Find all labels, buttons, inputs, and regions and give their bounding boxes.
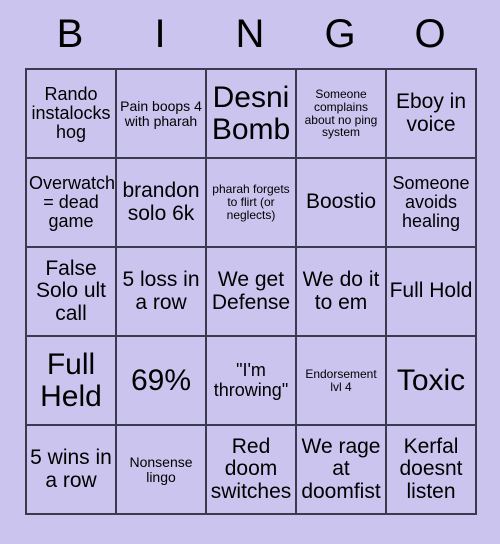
bingo-cell-i5[interactable]: Nonsense lingo: [115, 424, 207, 515]
bingo-cell-b4[interactable]: Full Held: [25, 335, 117, 426]
bingo-cell-g5[interactable]: We rage at doomfist: [295, 424, 387, 515]
bingo-header-letter-b: B: [56, 12, 84, 56]
bingo-row: 5 wins in a row Nonsense lingo Red doom …: [25, 424, 477, 515]
bingo-cell-i3[interactable]: 5 loss in a row: [115, 246, 207, 337]
bingo-grid: Rando instalocks hog Pain boops 4 with p…: [25, 68, 477, 515]
bingo-cell-b5[interactable]: 5 wins in a row: [25, 424, 117, 515]
bingo-cell-o1[interactable]: Eboy in voice: [385, 68, 477, 159]
bingo-cell-n4[interactable]: "I'm throwing": [205, 335, 297, 426]
bingo-cell-g2[interactable]: Boostio: [295, 157, 387, 248]
bingo-row: Overwatch = dead game brandon solo 6k ph…: [25, 157, 477, 248]
bingo-cell-b1[interactable]: Rando instalocks hog: [25, 68, 117, 159]
bingo-header-letter-i: I: [154, 12, 166, 56]
bingo-cell-o2[interactable]: Someone avoids healing: [385, 157, 477, 248]
bingo-cell-b2[interactable]: Overwatch = dead game: [25, 157, 117, 248]
bingo-header-letter-g: G: [324, 12, 356, 56]
bingo-cell-i1[interactable]: Pain boops 4 with pharah: [115, 68, 207, 159]
bingo-cell-o4[interactable]: Toxic: [385, 335, 477, 426]
bingo-cell-n1[interactable]: Desni Bomb: [205, 68, 297, 159]
bingo-card: B I N G O Rando instalocks hog Pain boop…: [0, 0, 500, 544]
bingo-cell-g4[interactable]: Endorsement lvl 4: [295, 335, 387, 426]
bingo-header: B I N G O: [25, 0, 475, 68]
bingo-cell-g3[interactable]: We do it to em: [295, 246, 387, 337]
bingo-grid-wrapper: Rando instalocks hog Pain boops 4 with p…: [25, 68, 477, 515]
bingo-cell-o5[interactable]: Kerfal doesnt listen: [385, 424, 477, 515]
bingo-cell-n5[interactable]: Red doom switches: [205, 424, 297, 515]
bingo-row: Full Held 69% "I'm throwing" Endorsement…: [25, 335, 477, 426]
bingo-cell-n3[interactable]: We get Defense: [205, 246, 297, 337]
bingo-row: False Solo ult call 5 loss in a row We g…: [25, 246, 477, 337]
bingo-row: Rando instalocks hog Pain boops 4 with p…: [25, 68, 477, 159]
bingo-cell-o3[interactable]: Full Hold: [385, 246, 477, 337]
bingo-cell-n2[interactable]: pharah forgets to flirt (or neglects): [205, 157, 297, 248]
bingo-header-letter-n: N: [235, 12, 265, 56]
bingo-cell-i2[interactable]: brandon solo 6k: [115, 157, 207, 248]
bingo-header-letter-o: O: [414, 12, 446, 56]
bingo-cell-b3[interactable]: False Solo ult call: [25, 246, 117, 337]
bingo-cell-i4[interactable]: 69%: [115, 335, 207, 426]
bingo-cell-g1[interactable]: Someone complains about no ping system: [295, 68, 387, 159]
